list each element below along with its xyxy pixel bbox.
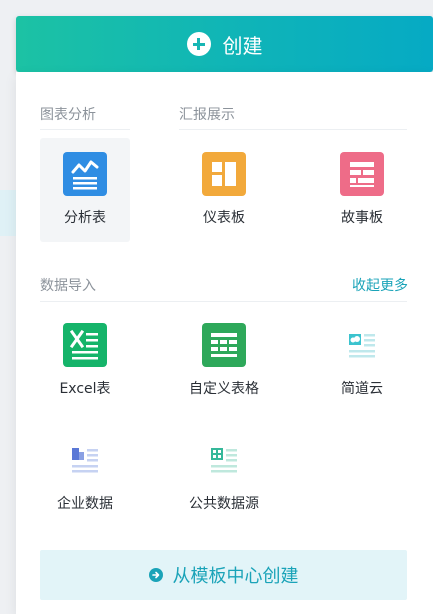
tile-storyboard[interactable]: 故事板 bbox=[317, 138, 407, 242]
section-title-chart-analysis: 图表分析 bbox=[40, 107, 96, 123]
create-dropdown-panel: 图表分析 汇报展示 分析表 仪表板 故事板 数据导入 收起更多 Excel表 自… bbox=[16, 72, 433, 614]
plus-circle-icon bbox=[186, 32, 211, 56]
analysis-chart-icon bbox=[63, 152, 107, 196]
tile-label: 自定义表格 bbox=[189, 381, 259, 397]
storyboard-icon bbox=[340, 152, 384, 196]
public-data-icon bbox=[202, 438, 246, 482]
section-title-data-import: 数据导入 bbox=[40, 278, 96, 294]
create-button[interactable]: 创建 bbox=[16, 16, 433, 72]
tile-label: 分析表 bbox=[64, 210, 106, 226]
tile-jiandao-cloud[interactable]: 简道云 bbox=[317, 309, 407, 413]
tile-excel[interactable]: Excel表 bbox=[40, 309, 130, 413]
create-from-template-button[interactable]: 从模板中心创建 bbox=[40, 550, 407, 600]
dashboard-icon bbox=[202, 152, 246, 196]
tile-custom-table[interactable]: 自定义表格 bbox=[179, 309, 269, 413]
tile-label: 公共数据源 bbox=[189, 496, 259, 512]
tile-public-data[interactable]: 公共数据源 bbox=[179, 424, 269, 528]
cloud-data-icon bbox=[340, 323, 384, 367]
collapse-more-link[interactable]: 收起更多 bbox=[352, 275, 408, 295]
arrow-right-circle-icon bbox=[148, 568, 163, 582]
tile-label: 企业数据 bbox=[57, 496, 113, 512]
tile-analysis-table[interactable]: 分析表 bbox=[40, 138, 130, 242]
custom-table-icon bbox=[202, 323, 246, 367]
tile-enterprise-data[interactable]: 企业数据 bbox=[40, 424, 130, 528]
template-center-label: 从模板中心创建 bbox=[172, 566, 299, 587]
enterprise-building-icon bbox=[63, 438, 107, 482]
section-divider bbox=[179, 129, 407, 130]
tile-dashboard[interactable]: 仪表板 bbox=[179, 138, 269, 242]
create-label: 创建 bbox=[222, 33, 263, 58]
tile-label: 简道云 bbox=[341, 381, 383, 397]
background-highlight-strip bbox=[0, 190, 16, 236]
section-title-report-display: 汇报展示 bbox=[179, 107, 235, 123]
tile-label: 仪表板 bbox=[203, 210, 245, 226]
section-divider bbox=[40, 301, 407, 302]
tile-label: Excel表 bbox=[59, 381, 111, 397]
section-divider bbox=[40, 129, 130, 130]
excel-icon bbox=[63, 323, 107, 367]
tile-label: 故事板 bbox=[341, 210, 383, 226]
